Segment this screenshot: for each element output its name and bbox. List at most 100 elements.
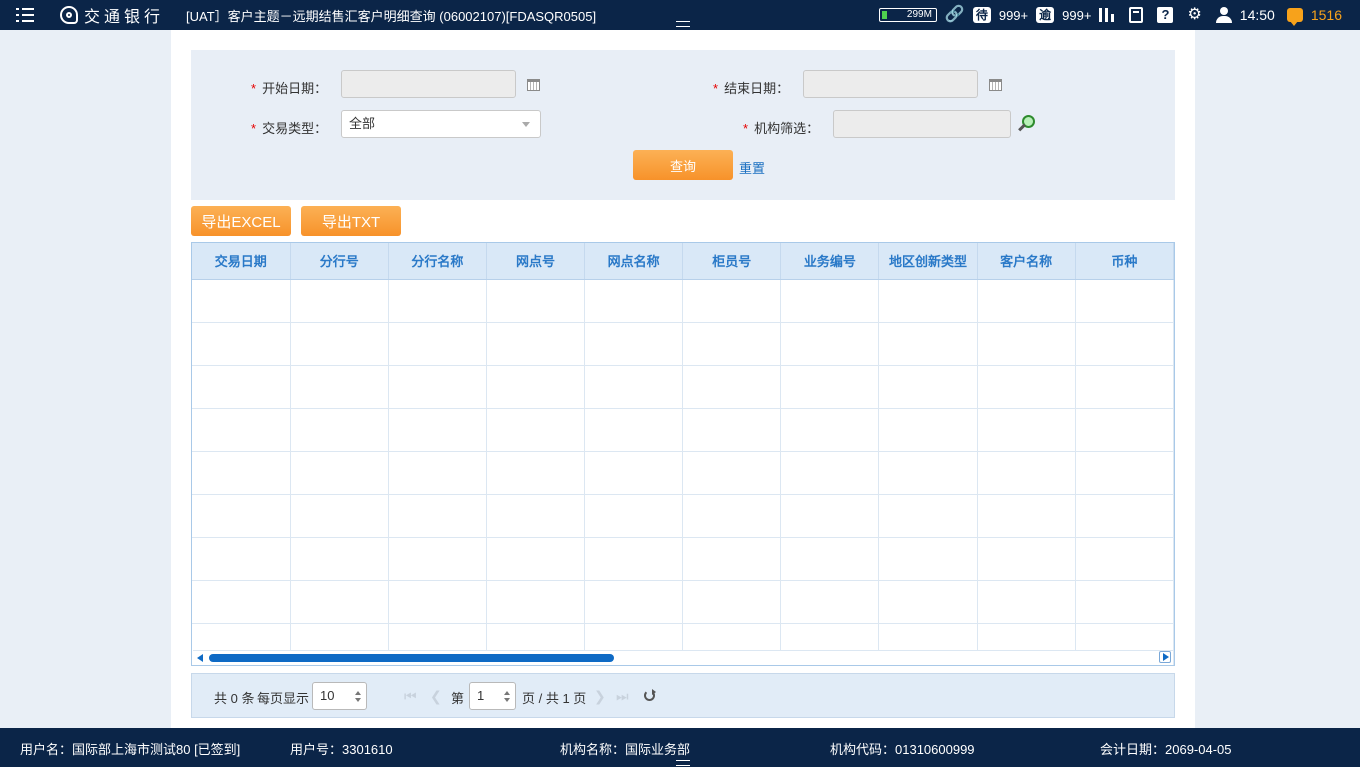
prev-page-icon[interactable]: ❮	[430, 688, 442, 705]
table-cell	[1075, 580, 1174, 624]
table-cell	[290, 580, 389, 624]
main-panel: * 开始日期： * 结束日期： * 交易类型： 全部 * 机构筛选： 查询 重置 导出E…	[171, 30, 1195, 728]
scroll-right-icon[interactable]	[1159, 651, 1171, 663]
reset-link[interactable]: 重置	[739, 158, 765, 177]
table-cell	[192, 537, 291, 581]
page-size-stepper[interactable]: 10	[312, 682, 367, 710]
table-cell	[486, 365, 586, 409]
table-cell	[878, 322, 978, 366]
export-excel-button[interactable]: 导出EXCEL	[191, 206, 291, 236]
column-header[interactable]: 业务编号	[780, 243, 880, 280]
gear-icon[interactable]: ⚙	[1187, 7, 1201, 23]
column-header[interactable]: 客户名称	[977, 243, 1076, 280]
table-cell	[290, 451, 389, 495]
table-cell	[682, 451, 782, 495]
calculator-icon[interactable]	[1129, 7, 1144, 23]
todo-count: 999+	[998, 7, 1029, 23]
link-icon[interactable]: 🔗	[945, 7, 965, 23]
table-cell	[290, 408, 389, 452]
table-cell	[584, 580, 684, 624]
scrollbar-thumb[interactable]	[209, 654, 614, 662]
table-cell	[486, 408, 586, 452]
table-cell	[878, 408, 978, 452]
search-icon[interactable]	[1017, 114, 1035, 132]
drag-handle-icon[interactable]	[676, 760, 690, 766]
last-page-icon[interactable]: ⏭	[616, 688, 629, 705]
table-cell	[1075, 537, 1174, 581]
table-cell	[584, 322, 684, 366]
start-date-input[interactable]	[341, 70, 516, 98]
stepper-up-icon[interactable]	[355, 691, 361, 695]
chart-icon[interactable]	[1099, 8, 1115, 22]
table-cell	[682, 279, 782, 323]
message-icon[interactable]	[1286, 8, 1303, 26]
calendar-icon[interactable]	[989, 79, 1002, 91]
table-cell	[584, 365, 684, 409]
column-header[interactable]: 地区创新类型	[878, 243, 978, 280]
table-cell	[977, 365, 1076, 409]
table-cell	[486, 580, 586, 624]
end-date-input[interactable]	[803, 70, 978, 98]
column-header[interactable]: 网点名称	[584, 243, 684, 280]
refresh-icon[interactable]	[644, 689, 656, 701]
required-mark: *	[743, 121, 749, 136]
table-cell	[486, 537, 586, 581]
column-header[interactable]: 分行名称	[388, 243, 487, 280]
table-cell	[1075, 322, 1174, 366]
table-row	[192, 451, 1174, 495]
next-page-icon[interactable]: ❯	[594, 688, 606, 705]
table-cell	[780, 580, 880, 624]
data-table: 交易日期 分行号 分行名称 网点号 网点名称 柜员号 业务编号 地区创新类型 客…	[192, 243, 1174, 665]
table-cell	[192, 580, 291, 624]
horizontal-scrollbar[interactable]	[193, 650, 1173, 665]
stepper-down-icon[interactable]	[504, 698, 510, 702]
table-cell	[584, 537, 684, 581]
column-header[interactable]: 币种	[1075, 243, 1174, 280]
org-filter-input[interactable]	[833, 110, 1011, 138]
stepper-down-icon[interactable]	[355, 698, 361, 702]
status-org-name: 机构名称：国际业务部	[560, 742, 691, 757]
table-cell	[1075, 408, 1174, 452]
column-header[interactable]: 分行号	[290, 243, 389, 280]
overdue-icon[interactable]: 逾	[1036, 7, 1055, 23]
clock-time: 14:50	[1239, 7, 1275, 23]
status-acct-date: 会计日期：2069-04-05	[1100, 742, 1232, 757]
page-number-value: 1	[477, 688, 485, 703]
column-header[interactable]: 交易日期	[192, 243, 291, 280]
table-cell	[388, 451, 487, 495]
page-prefix: 第	[451, 691, 465, 706]
bank-logo: 交通银行	[60, 3, 164, 27]
export-txt-button[interactable]: 导出TXT	[301, 206, 401, 236]
scroll-left-icon[interactable]	[197, 654, 203, 662]
menu-icon[interactable]	[16, 6, 40, 24]
help-icon[interactable]: ?	[1157, 7, 1174, 23]
table-cell	[584, 451, 684, 495]
table-cell	[682, 537, 782, 581]
first-page-icon[interactable]: ⏮	[404, 688, 417, 705]
table-cell	[584, 494, 684, 538]
end-date-label: * 结束日期：	[713, 81, 790, 96]
stepper-up-icon[interactable]	[504, 691, 510, 695]
calendar-icon[interactable]	[527, 79, 540, 91]
table-body	[192, 279, 1174, 665]
overdue-count: 999+	[1062, 7, 1092, 23]
table-cell	[878, 580, 978, 624]
table-cell	[1075, 365, 1174, 409]
message-count: 1516	[1310, 7, 1342, 23]
user-icon[interactable]	[1215, 7, 1232, 23]
table-cell	[290, 537, 389, 581]
query-button[interactable]: 查询	[633, 150, 733, 180]
chevron-down-icon[interactable]	[522, 122, 530, 127]
table-cell	[1075, 494, 1174, 538]
trade-type-select[interactable]: 全部	[341, 110, 541, 138]
column-header[interactable]: 柜员号	[682, 243, 782, 280]
bank-logo-text: 交通银行	[84, 7, 165, 26]
drag-handle-icon[interactable]	[676, 21, 690, 27]
page-number-stepper[interactable]: 1	[469, 682, 516, 710]
todo-icon[interactable]: 待	[972, 7, 991, 23]
column-header[interactable]: 网点号	[486, 243, 586, 280]
table-cell	[682, 580, 782, 624]
table-cell	[977, 279, 1076, 323]
status-username: 用户名：国际部上海市测试80 [已签到]	[20, 742, 241, 757]
table-cell	[977, 408, 1076, 452]
